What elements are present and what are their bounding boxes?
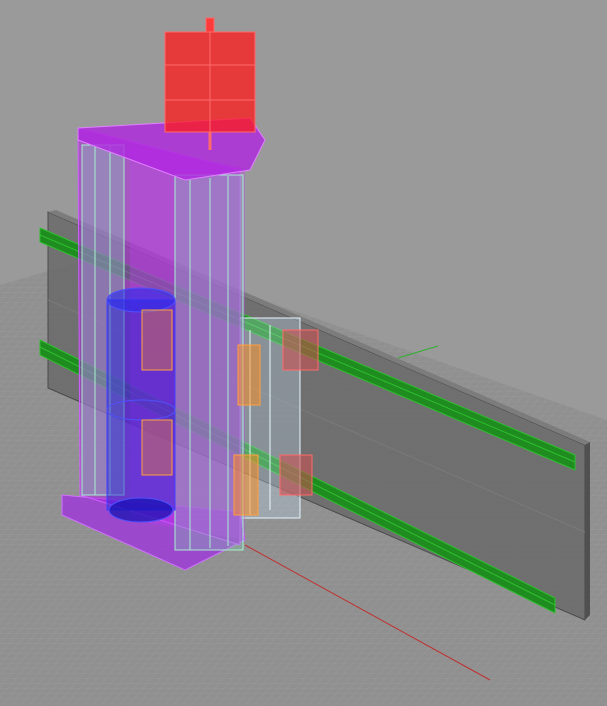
column-right-rail [174,174,244,551]
3d-cad-viewport[interactable] [0,0,607,706]
scene-canvas[interactable] [0,0,607,706]
stepper-motor[interactable] [164,17,256,150]
